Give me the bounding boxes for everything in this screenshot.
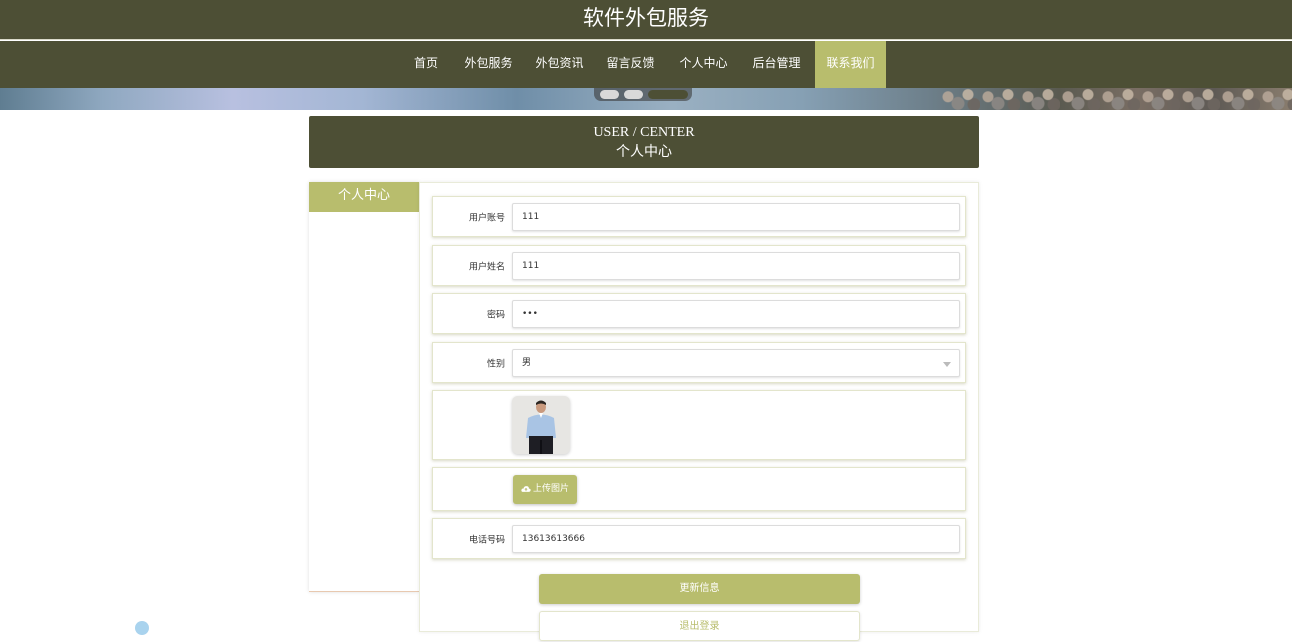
cloud-upload-icon <box>521 485 531 492</box>
section-title-cn: 个人中心 <box>616 144 672 160</box>
carousel-indicators <box>594 88 692 101</box>
upload-button-label: 上传图片 <box>532 484 569 494</box>
nav-item-user-center[interactable]: 个人中心 <box>675 41 732 88</box>
form-row-password: 密码 <box>432 293 966 334</box>
gender-select[interactable]: 男 <box>512 349 960 377</box>
form-row-upload: 上传图片 <box>432 467 966 511</box>
phone-input[interactable] <box>512 525 960 553</box>
chevron-down-icon <box>943 362 951 367</box>
carousel-dot-active[interactable] <box>648 90 688 99</box>
nav-item-services[interactable]: 外包服务 <box>460 41 517 88</box>
banner-image <box>940 88 1292 110</box>
phone-label: 电话号码 <box>468 535 505 545</box>
nav-item-news[interactable]: 外包资讯 <box>531 41 588 88</box>
avatar-image <box>512 396 570 454</box>
top-header: 软件外包服务 <box>0 0 1292 40</box>
floating-button[interactable] <box>135 621 149 635</box>
form-row-gender: 性别 男 <box>432 342 966 383</box>
logout-button[interactable]: 退出登录 <box>539 611 860 641</box>
nav-item-admin[interactable]: 后台管理 <box>748 41 805 88</box>
password-input[interactable] <box>512 300 960 328</box>
name-label: 用户姓名 <box>468 262 505 272</box>
form-row-account: 用户账号 <box>432 196 966 237</box>
sidebar: 个人中心 <box>309 182 419 592</box>
account-label: 用户账号 <box>468 213 505 223</box>
avatar <box>512 396 570 454</box>
main-nav: 首页 外包服务 外包资讯 留言反馈 个人中心 后台管理 联系我们 <box>0 41 1292 88</box>
nav-item-home[interactable]: 首页 <box>404 41 448 88</box>
nav-item-contact[interactable]: 联系我们 <box>815 41 886 88</box>
nav-item-feedback[interactable]: 留言反馈 <box>602 41 659 88</box>
gender-label: 性别 <box>486 359 505 369</box>
site-title: 软件外包服务 <box>583 6 709 30</box>
section-title-en: USER / CENTER <box>593 125 695 140</box>
section-heading: USER / CENTER 个人中心 <box>309 116 979 168</box>
name-input[interactable] <box>512 252 960 280</box>
form-row-name: 用户姓名 <box>432 245 966 286</box>
banner-carousel <box>0 88 1292 110</box>
carousel-dot[interactable] <box>624 90 643 99</box>
form-row-avatar <box>432 390 966 460</box>
update-info-button[interactable]: 更新信息 <box>539 574 860 604</box>
carousel-dot[interactable] <box>600 90 619 99</box>
password-label: 密码 <box>486 310 505 320</box>
gender-value: 男 <box>522 358 532 368</box>
sidebar-title[interactable]: 个人中心 <box>309 182 419 212</box>
upload-image-button[interactable]: 上传图片 <box>513 475 577 504</box>
profile-form: 用户账号 用户姓名 密码 性别 男 <box>419 182 979 641</box>
account-input[interactable] <box>512 203 960 231</box>
form-row-phone: 电话号码 <box>432 518 966 559</box>
